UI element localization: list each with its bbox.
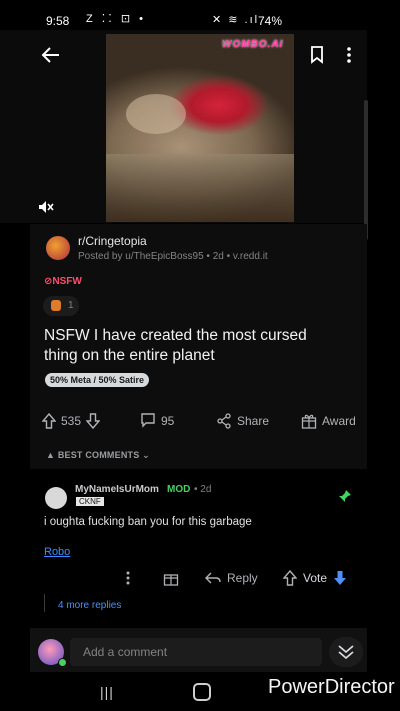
wombo-logo: WOMBO.AI	[222, 39, 284, 50]
comment-link[interactable]: Robo	[44, 546, 70, 558]
save-post-button[interactable]	[310, 46, 326, 66]
comment-username[interactable]: MyNameIsUrMom	[75, 484, 159, 495]
pinned-icon	[338, 489, 352, 503]
battery-level: 74%	[258, 14, 283, 28]
reply-button[interactable]: Reply	[205, 571, 258, 585]
subreddit-avatar[interactable]	[46, 236, 70, 260]
vote-count: 535	[61, 414, 82, 428]
speaker-muted-icon	[39, 201, 54, 213]
award-button[interactable]: Award	[301, 413, 356, 429]
subreddit-name[interactable]: r/Cringetopia	[78, 234, 147, 248]
vote-comment-group: Vote	[283, 570, 347, 586]
comment-time: • 2d	[194, 484, 212, 495]
post-meta: Posted by u/TheEpicBoss95 • 2d • v.redd.…	[78, 251, 268, 262]
more-options-button[interactable]	[346, 46, 358, 64]
share-button[interactable]: Share	[216, 413, 269, 429]
award-label: Award	[322, 414, 356, 428]
arrow-up-icon	[42, 413, 56, 429]
video-frame-shape	[106, 154, 294, 222]
nsfw-label: NSFW	[52, 276, 82, 287]
reply-icon	[205, 572, 221, 584]
nsfw-tag: ⊘NSFW	[44, 276, 82, 287]
arrow-left-icon	[41, 47, 59, 63]
comment-upvote-button[interactable]	[283, 570, 297, 586]
kebab-icon	[126, 571, 130, 585]
powerdirector-watermark: PowerDirector	[268, 676, 395, 698]
comment-sort-button[interactable]: ▲ BEST COMMENTS ⌄	[46, 450, 150, 461]
mute-button[interactable]	[38, 200, 54, 214]
vote-label: Vote	[303, 571, 328, 585]
share-icon	[217, 413, 231, 429]
reply-label: Reply	[227, 571, 258, 585]
recents-icon[interactable]: |||	[100, 684, 114, 700]
online-indicator	[58, 658, 67, 667]
scrollbar[interactable]	[364, 100, 368, 240]
comment-award-button[interactable]	[163, 570, 179, 586]
post-flair: 50% Meta / 50% Satire	[45, 373, 150, 387]
commenter-avatar[interactable]	[45, 487, 67, 509]
bookmark-icon	[311, 46, 323, 64]
downvote-button[interactable]	[86, 413, 101, 429]
arrow-down-filled-icon	[334, 571, 347, 585]
comment-downvote-button[interactable]	[333, 570, 347, 586]
signal-icons: ✕ ≋ .ıl	[212, 14, 260, 26]
notification-icons: Z ⁚⁚ ⊡ •	[86, 13, 146, 25]
add-comment-input[interactable]: Add a comment	[70, 638, 322, 666]
arrow-up-icon	[283, 570, 297, 586]
award-icon	[51, 300, 61, 311]
rocket-icon: ▲	[46, 450, 56, 460]
gift-icon	[163, 574, 179, 586]
comment-actions-bar: Reply Vote	[30, 567, 367, 591]
collapse-threads-button[interactable]	[329, 637, 363, 667]
mod-badge: MOD	[167, 484, 191, 495]
more-replies-link[interactable]: 4 more replies	[58, 600, 121, 611]
comment-body: i oughta fucking ban you for this garbag…	[44, 516, 252, 528]
status-time: 9:58	[46, 14, 70, 28]
award-chip[interactable]: 1	[43, 296, 79, 316]
post-title: NSFW I have created the most cursed thin…	[44, 327, 307, 364]
comment-more-button[interactable]	[126, 570, 130, 586]
user-flair: CKNF	[76, 497, 104, 506]
thread-line	[44, 594, 45, 612]
upvote-button[interactable]	[42, 413, 56, 429]
home-icon[interactable]	[193, 683, 211, 701]
share-label: Share	[237, 414, 270, 428]
video-frame-shape	[126, 94, 186, 134]
video-player[interactable]: WOMBO.AI	[106, 34, 294, 222]
comment-count: 95	[161, 413, 175, 428]
comment-icon	[141, 413, 155, 428]
double-chevron-down-icon	[338, 645, 354, 660]
award-count: 1	[68, 300, 74, 311]
comments-button[interactable]: 95	[140, 413, 174, 428]
sort-label: BEST COMMENTS	[57, 450, 140, 460]
chevron-down-icon: ⌄	[142, 450, 150, 460]
post-actions-bar: 535 95 Share Award	[30, 408, 367, 434]
gift-icon	[301, 414, 317, 429]
vote-group: 535	[42, 413, 101, 429]
back-button[interactable]	[40, 44, 68, 68]
kebab-icon	[347, 47, 351, 63]
arrow-down-icon	[86, 413, 101, 429]
